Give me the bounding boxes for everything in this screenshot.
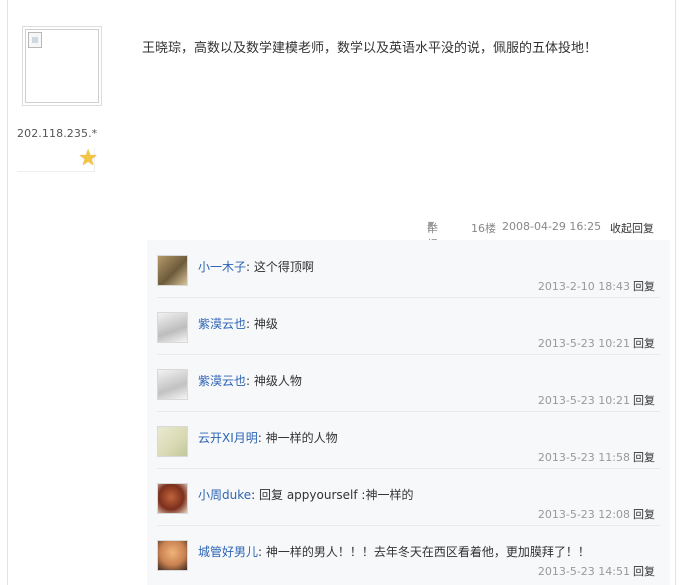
reply-line: 云开XI月明: 神一样的人物 xyxy=(198,429,338,446)
reply-meta: 2013-2-10 18:43 回复 xyxy=(538,278,655,294)
reply-meta: 2013-5-23 14:51 回复 xyxy=(538,563,655,579)
broken-image-icon xyxy=(28,32,42,48)
reply-separator: : xyxy=(258,545,263,559)
reply-avatar[interactable] xyxy=(157,483,188,514)
caret-down-icon: ▼ xyxy=(428,220,435,229)
post-meta-bar: 举报▼ | 16楼 2008-04-29 16:25 收起回复 xyxy=(152,220,662,251)
reply-date: 2013-5-23 10:21 xyxy=(537,337,630,350)
reply-line: 小一木子: 这个得顶啊 xyxy=(198,258,314,275)
reply-button[interactable]: 回复 xyxy=(633,394,655,407)
collapse-replies-link[interactable]: 收起回复 xyxy=(610,220,654,236)
reply-username[interactable]: 小一木子 xyxy=(198,260,246,274)
reply-meta: 2013-5-23 10:21 回复 xyxy=(538,335,655,351)
reply-separator: : xyxy=(257,431,262,445)
reply-username[interactable]: 紫漠云也 xyxy=(198,374,246,388)
reply-text: 回复 appyourself :神一样的 xyxy=(259,488,414,502)
floor-number: 16楼 xyxy=(471,222,496,235)
reply-line: 城管好男儿: 神一样的男人！！！去年冬天在西区看着他，更加膜拜了！！ xyxy=(198,543,590,560)
reply-username[interactable]: 紫漠云也 xyxy=(198,317,246,331)
reply-username[interactable]: 云开XI月明 xyxy=(198,431,258,445)
reply-separator: : xyxy=(246,374,251,388)
reply-avatar[interactable] xyxy=(157,426,188,457)
reply-list: 小一木子: 这个得顶啊 2013-2-10 18:43 回复 紫漠云也: 神级 2… xyxy=(147,240,670,585)
avatar-image[interactable] xyxy=(25,29,99,103)
reply-text: 神一样的人物 xyxy=(265,431,338,445)
reply-avatar[interactable] xyxy=(157,312,188,343)
reply-item: 小一木子: 这个得顶啊 2013-2-10 18:43 回复 xyxy=(147,240,670,297)
reply-separator: : xyxy=(246,317,251,331)
reply-text: 神级人物 xyxy=(253,374,302,388)
user-level-row: ★ xyxy=(17,146,98,172)
reply-separator: : xyxy=(246,260,251,274)
reply-username[interactable]: 城管好男儿 xyxy=(198,545,258,559)
reply-line: 紫漠云也: 神级 xyxy=(198,315,278,332)
reply-meta: 2013-5-23 10:21 回复 xyxy=(538,392,655,408)
star-icon: ★ xyxy=(78,146,98,171)
user-ip: 202.118.235.* xyxy=(17,127,98,140)
post-content: 王晓琮，高数以及数学建模老师，数学以及英语水平没的说，佩服的五体投地！ xyxy=(142,41,598,56)
user-avatar[interactable] xyxy=(22,26,102,106)
reply-item: 云开XI月明: 神一样的人物 2013-5-23 11:58 回复 xyxy=(147,411,670,468)
report-link[interactable]: 举报▼ | xyxy=(427,220,438,251)
reply-line: 小周duke: 回复 appyourself :神一样的 xyxy=(198,486,413,503)
reply-date: 2013-5-23 11:58 xyxy=(537,451,630,464)
reply-avatar[interactable] xyxy=(157,369,188,400)
reply-meta: 2013-5-23 12:08 回复 xyxy=(538,506,655,522)
reply-item: 城管好男儿: 神一样的男人！！！去年冬天在西区看着他，更加膜拜了！！ 2013-… xyxy=(147,525,670,582)
post-date: 2008-04-29 16:25 xyxy=(502,220,602,233)
reply-button[interactable]: 回复 xyxy=(633,565,655,578)
reply-button[interactable]: 回复 xyxy=(633,451,655,464)
reply-username[interactable]: 小周duke xyxy=(198,488,251,502)
reply-date: 2013-5-23 10:21 xyxy=(537,394,630,407)
reply-text: 神一样的男人！！！去年冬天在西区看着他，更加膜拜了！！ xyxy=(265,545,590,559)
reply-item: 紫漠云也: 神级人物 2013-5-23 10:21 回复 xyxy=(147,354,670,411)
reply-text: 这个得顶啊 xyxy=(253,260,314,274)
reply-button[interactable]: 回复 xyxy=(633,508,655,521)
reply-avatar[interactable] xyxy=(157,540,188,571)
reply-meta: 2013-5-23 11:58 回复 xyxy=(538,449,655,465)
reply-date: 2013-5-23 12:08 xyxy=(537,508,630,521)
reply-line: 紫漠云也: 神级人物 xyxy=(198,372,302,389)
reply-avatar[interactable] xyxy=(157,255,188,286)
post-sidebar: 202.118.235.* ★ xyxy=(17,20,105,172)
reply-item: 小周duke: 回复 appyourself :神一样的 2013-5-23 1… xyxy=(147,468,670,525)
reply-date: 2013-5-23 14:51 xyxy=(537,565,630,578)
reply-item: 紫漠云也: 神级 2013-5-23 10:21 回复 xyxy=(147,297,670,354)
reply-date: 2013-2-10 18:43 xyxy=(537,280,630,293)
reply-button[interactable]: 回复 xyxy=(633,280,655,293)
reply-button[interactable]: 回复 xyxy=(633,337,655,350)
reply-separator: : xyxy=(251,488,256,502)
reply-text: 神级 xyxy=(253,317,278,331)
